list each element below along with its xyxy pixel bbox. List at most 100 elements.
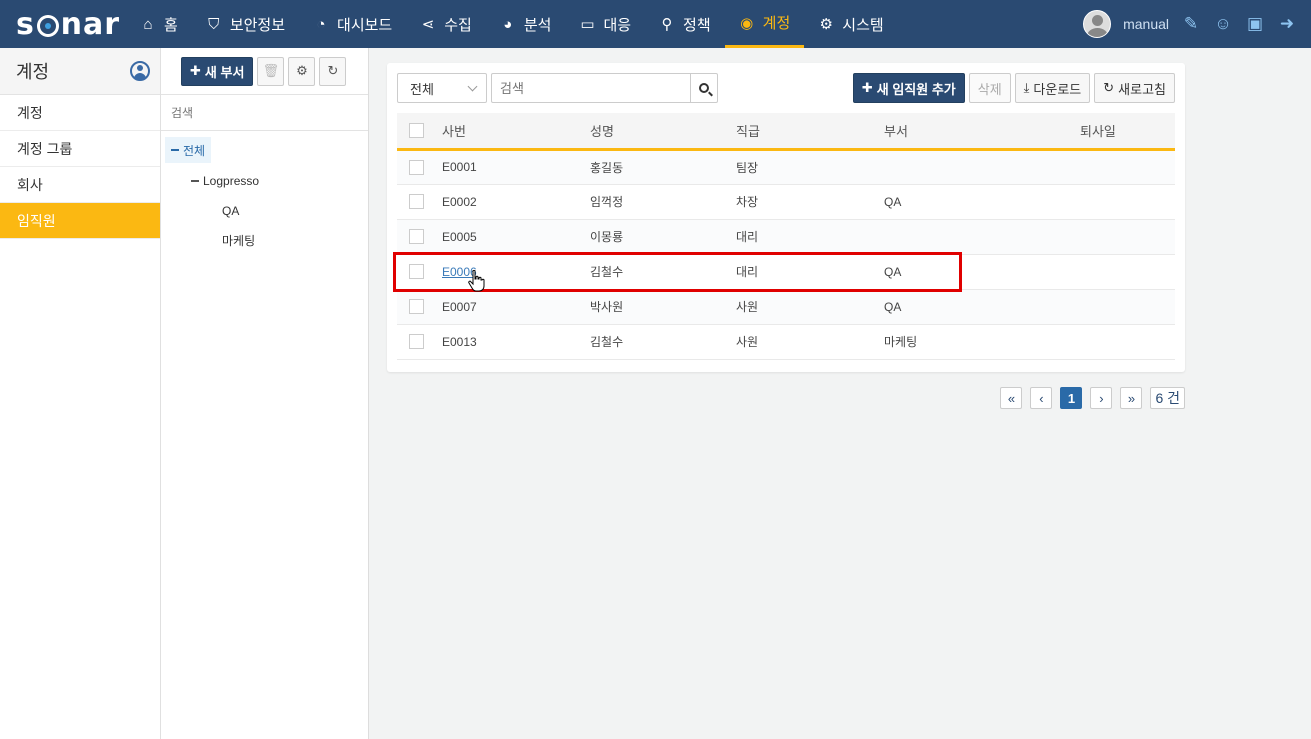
- employee-search-button[interactable]: [690, 74, 717, 102]
- table-row[interactable]: E0002 임꺽정 차장 QA: [397, 184, 1175, 220]
- row-checkbox[interactable]: [409, 229, 424, 245]
- nav-item-response[interactable]: ▭ 대응: [565, 0, 645, 48]
- cell-rank: 대리: [736, 219, 884, 255]
- employee-filter-select[interactable]: 전체: [397, 73, 487, 103]
- tree-node-logpresso[interactable]: Logpresso: [191, 168, 259, 194]
- nav-item-collect[interactable]: ⋖ 수집: [406, 0, 486, 48]
- row-checkbox[interactable]: [409, 194, 424, 210]
- lock-icon[interactable]: ▣: [1245, 14, 1265, 34]
- nav-item-system[interactable]: ⚙ 시스템: [804, 0, 897, 48]
- first-page-button[interactable]: «: [1000, 387, 1023, 409]
- user-icon[interactable]: ☺: [1213, 14, 1233, 34]
- department-refresh-button[interactable]: ↻: [319, 56, 347, 86]
- table-row[interactable]: E0006 김철수 대리 QA: [397, 254, 1175, 290]
- user-circle-icon: ◉: [740, 14, 754, 32]
- avatar[interactable]: [1083, 10, 1112, 38]
- logout-icon[interactable]: ➜: [1277, 14, 1297, 34]
- cell-rank: 사원: [736, 289, 884, 325]
- refresh-icon: ↻: [1103, 80, 1115, 95]
- row-checkbox[interactable]: [409, 264, 424, 280]
- ticket-icon[interactable]: ✎: [1181, 14, 1201, 34]
- select-all-cell: [397, 113, 442, 151]
- employee-table: 사번 성명 직급 부서 퇴사일 E0001 홍길동 팀장 E0002 임꺽정 차…: [397, 113, 1175, 360]
- page-1-button[interactable]: 1: [1060, 387, 1083, 409]
- nav-item-policy[interactable]: ⚲ 정책: [645, 0, 725, 48]
- select-all-checkbox[interactable]: [409, 123, 424, 139]
- row-checkbox[interactable]: [409, 334, 424, 350]
- cell-rank: 대리: [736, 254, 884, 290]
- refresh-button[interactable]: ↻ 새로고침: [1094, 73, 1175, 103]
- cell-id[interactable]: E0006: [442, 254, 590, 290]
- sidebar-item-employees[interactable]: 임직원: [0, 203, 160, 239]
- gear-icon: ⚙: [296, 63, 308, 78]
- cell-id[interactable]: E0001: [442, 149, 590, 185]
- dashboard-icon: ◔: [316, 15, 326, 33]
- laptop-icon: ▭: [580, 16, 595, 33]
- sonar-logo[interactable]: s nar: [0, 0, 120, 48]
- cell-id[interactable]: E0013: [442, 324, 590, 360]
- column-header-name[interactable]: 성명: [590, 113, 736, 151]
- column-header-leave-date[interactable]: 퇴사일: [1080, 113, 1175, 151]
- row-checkbox[interactable]: [409, 159, 424, 175]
- pie-chart-icon: ◕: [503, 15, 513, 33]
- pagination: « ‹ 1 › » 6 건: [1000, 387, 1185, 409]
- nav-item-analysis[interactable]: ◕ 분석: [486, 0, 566, 48]
- cell-name: 김철수: [590, 254, 736, 290]
- add-employee-button[interactable]: ✚ 새 임직원 추가: [852, 73, 965, 103]
- cell-leave-date: [1080, 184, 1175, 220]
- table-row[interactable]: E0013 김철수 사원 마케팅: [397, 324, 1175, 360]
- cell-department: [884, 219, 1080, 255]
- sidebar-item-accounts[interactable]: 계정: [0, 95, 160, 131]
- tree-node-qa[interactable]: QA: [222, 198, 239, 224]
- gear-icon: ⚙: [819, 16, 833, 33]
- new-department-button[interactable]: ✚ 새 부서: [181, 56, 254, 86]
- nav-item-home[interactable]: ⌂ 홈: [126, 0, 192, 48]
- last-page-button[interactable]: »: [1120, 387, 1143, 409]
- column-header-department[interactable]: 부서: [884, 113, 1080, 151]
- cell-id[interactable]: E0005: [442, 219, 590, 255]
- employee-actions: ✚ 새 임직원 추가 삭제 ⤓ 다운로드 ↻ 새로고침: [852, 73, 1175, 103]
- search-icon: ⚲: [661, 16, 673, 33]
- column-header-id[interactable]: 사번: [442, 113, 590, 151]
- cell-rank: 팀장: [736, 149, 884, 185]
- next-page-button[interactable]: ›: [1090, 387, 1113, 409]
- delete-department-button[interactable]: 🗑: [257, 56, 285, 86]
- delete-button[interactable]: 삭제: [968, 73, 1011, 103]
- sidebar-item-account-groups[interactable]: 계정 그룹: [0, 131, 160, 167]
- cell-leave-date: [1080, 289, 1175, 325]
- nav-item-dashboard[interactable]: ◔ 대시보드: [299, 0, 406, 48]
- cell-rank: 차장: [736, 184, 884, 220]
- row-checkbox[interactable]: [409, 299, 424, 315]
- tree-node-marketing[interactable]: 마케팅: [222, 227, 255, 253]
- cell-department: 마케팅: [884, 324, 1080, 360]
- tree-node-all[interactable]: 전체: [165, 137, 212, 163]
- top-navbar: s nar ⌂ 홈 ⛉ 보안정보 ◔ 대시보드 ⋖ 수집 ◕ 분석 ▭ 대응 ⚲ 정책 ◉ 계정 …: [0, 0, 1311, 48]
- department-settings-button[interactable]: ⚙: [288, 56, 316, 86]
- sidebar: 계정 계정 계정 그룹 회사 임직원: [0, 48, 161, 739]
- column-header-rank[interactable]: 직급: [736, 113, 884, 151]
- employee-id-link[interactable]: E0006: [442, 265, 477, 279]
- prev-page-button[interactable]: ‹: [1030, 387, 1053, 409]
- nav-item-security-info[interactable]: ⛉ 보안정보: [192, 0, 299, 48]
- main-nav: ⌂ 홈 ⛉ 보안정보 ◔ 대시보드 ⋖ 수집 ◕ 분석 ▭ 대응 ⚲ 정책 ◉ 계정 ⚙ 시스템: [126, 0, 898, 48]
- cell-id[interactable]: E0002: [442, 184, 590, 220]
- table-row[interactable]: E0007 박사원 사원 QA: [397, 289, 1175, 325]
- collapse-icon[interactable]: [191, 180, 199, 182]
- download-icon: ⤓: [1023, 80, 1030, 95]
- department-search-input[interactable]: [171, 105, 351, 120]
- total-count: 6 건: [1150, 387, 1185, 409]
- department-search: [161, 95, 368, 131]
- download-button[interactable]: ⤓ 다운로드: [1014, 73, 1091, 103]
- cell-id[interactable]: E0007: [442, 289, 590, 325]
- employee-search-input[interactable]: [492, 74, 690, 102]
- table-row[interactable]: E0001 홍길동 팀장: [397, 149, 1175, 185]
- collapse-icon[interactable]: [171, 149, 179, 151]
- user-circle-icon: [130, 61, 150, 81]
- cell-name: 홍길동: [590, 149, 736, 185]
- table-header: 사번 성명 직급 부서 퇴사일: [397, 113, 1175, 151]
- username[interactable]: manual: [1123, 16, 1169, 32]
- cell-department: QA: [884, 289, 1080, 325]
- table-row[interactable]: E0005 이몽룡 대리: [397, 219, 1175, 255]
- sidebar-item-company[interactable]: 회사: [0, 167, 160, 203]
- nav-item-account[interactable]: ◉ 계정: [724, 0, 805, 48]
